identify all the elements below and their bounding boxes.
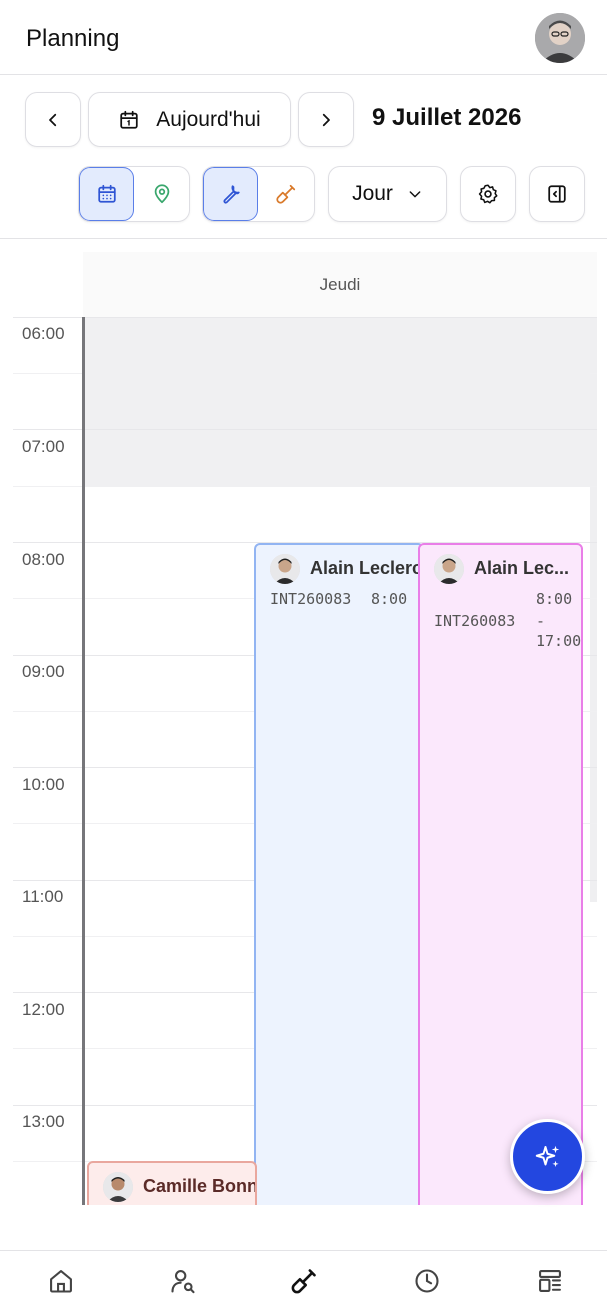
sparkles-icon: [535, 1145, 559, 1167]
day-column-rail: [82, 317, 85, 1205]
technician-avatar-image: [270, 554, 300, 584]
bottom-nav: [0, 1250, 607, 1313]
event-card[interactable]: Alain Leclerc INT260083 8:00 -: [254, 543, 424, 1205]
prev-day-button[interactable]: [25, 92, 81, 147]
user-search-icon: [171, 1270, 195, 1294]
view-select-value: Jour: [352, 182, 393, 205]
maintenance-filter-button[interactable]: [203, 167, 258, 221]
day-column-header: Jeudi: [83, 252, 597, 317]
event-time-start: 8:00: [536, 590, 573, 608]
event-technician-name: Camille Bonn: [143, 1176, 257, 1196]
nav-history[interactable]: [412, 1266, 442, 1296]
calendar-grid-icon: [97, 184, 116, 203]
map-view-button[interactable]: [134, 167, 189, 221]
top-bar: Planning: [0, 0, 607, 75]
half-hour-line: [13, 486, 597, 487]
off-hours-block: [85, 317, 597, 486]
chevron-right-icon: [322, 113, 330, 126]
today-label: Aujourd'hui: [156, 107, 261, 131]
nav-interventions[interactable]: [289, 1266, 319, 1296]
scrollbar-track[interactable]: [590, 317, 597, 902]
wrench-icon: [223, 185, 240, 204]
half-hour-line: [13, 373, 597, 374]
view-select[interactable]: Jour: [328, 166, 447, 222]
sidebar-toggle-icon: [548, 185, 566, 203]
calendar-view-button[interactable]: [79, 167, 134, 221]
next-day-button[interactable]: [298, 92, 354, 147]
technician-avatar: [270, 554, 300, 584]
event-time-end: 17:00: [536, 632, 582, 650]
event-technician-name: Alain Lec...: [474, 558, 570, 578]
home-icon: [50, 1270, 72, 1293]
event-technician-name: Alain Leclerc: [310, 558, 423, 578]
clock-icon: [415, 1269, 439, 1293]
settings-button[interactable]: [460, 166, 516, 222]
technician-avatar-image: [434, 554, 464, 584]
calendar-icon: [120, 110, 138, 129]
nav-clients[interactable]: [168, 1266, 198, 1296]
page-title: Planning: [26, 25, 120, 52]
hour-label: 12:00: [22, 1000, 65, 1019]
today-button[interactable]: Aujourd'hui: [88, 92, 291, 147]
calendar-grid[interactable]: 06:00 07:00 08:00 09:00 10:00 11:00 12:0…: [0, 317, 600, 1205]
event-time: 8:00 -: [371, 590, 424, 608]
hour-label: 08:00: [22, 550, 65, 569]
day-label: Jeudi: [319, 274, 361, 294]
hour-label: 11:00: [22, 887, 64, 906]
panel-toggle-button[interactable]: [529, 166, 585, 222]
hour-line: [13, 317, 597, 318]
gear-icon: [478, 184, 498, 204]
user-avatar[interactable]: [535, 13, 585, 63]
event-card[interactable]: Camille Bonn: [87, 1161, 257, 1205]
hour-label: 06:00: [22, 324, 65, 343]
intervention-type-toggle: [202, 166, 315, 222]
hour-label: 09:00: [22, 662, 65, 681]
chevron-down-icon: [409, 191, 421, 198]
shovel-icon: [275, 184, 295, 204]
view-mode-toggle: [78, 166, 190, 222]
toolbar-divider: [0, 238, 607, 239]
chevron-left-icon: [49, 113, 57, 126]
technician-avatar-image: [103, 1172, 133, 1202]
shovel-icon: [291, 1269, 316, 1294]
event-card[interactable]: Alain Lec... 8:00 INT260083 - 17:00: [418, 543, 583, 1205]
hour-label: 13:00: [22, 1112, 65, 1131]
nav-dashboard[interactable]: [535, 1266, 565, 1296]
hour-label: 10:00: [22, 775, 65, 794]
event-time-dash: -: [536, 612, 546, 630]
technician-avatar: [103, 1172, 133, 1202]
worksite-filter-button[interactable]: [258, 167, 313, 221]
nav-home[interactable]: [46, 1266, 76, 1296]
current-date: 9 Juillet 2026: [372, 104, 522, 131]
hour-line: [13, 429, 597, 430]
map-pin-icon: [154, 184, 169, 204]
user-avatar-image: [535, 13, 585, 63]
ai-assistant-button[interactable]: [510, 1119, 585, 1194]
technician-avatar: [434, 554, 464, 584]
event-code: INT260083: [270, 590, 352, 608]
event-code: INT260083: [434, 612, 516, 630]
hour-label: 07:00: [22, 437, 65, 456]
layout-icon: [539, 1270, 561, 1292]
